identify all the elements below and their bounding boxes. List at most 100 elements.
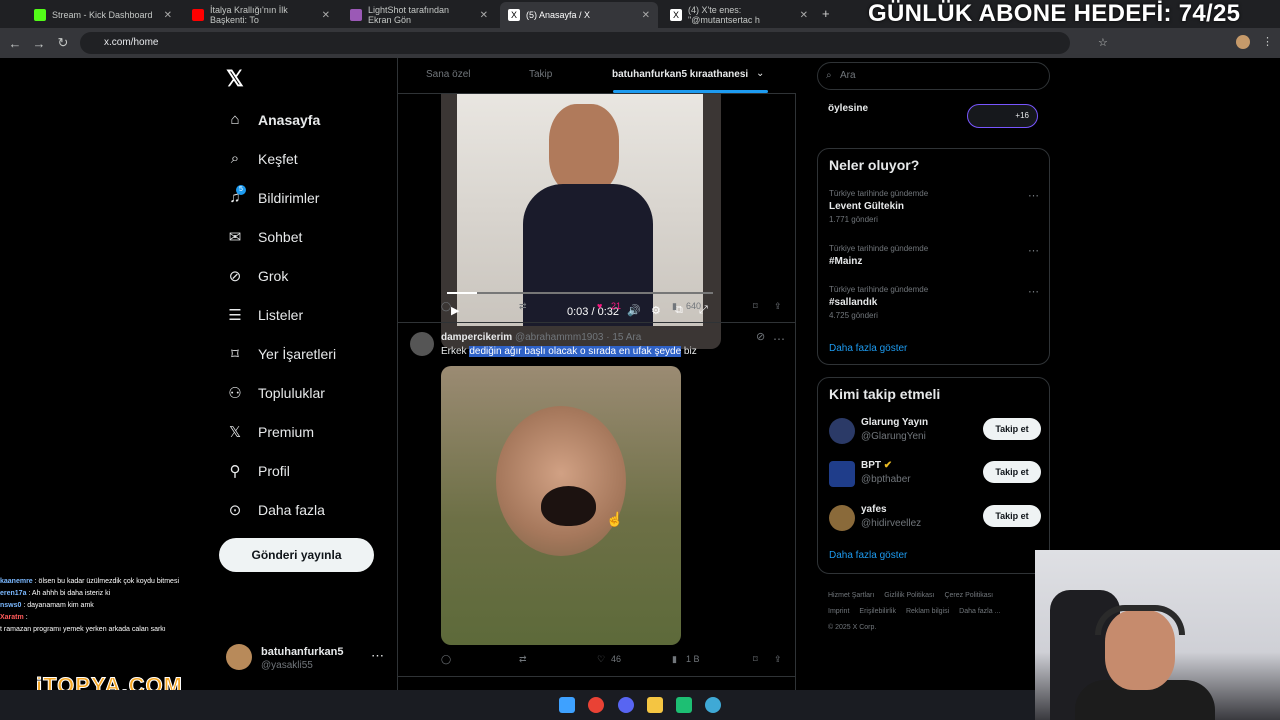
person-icon: ⚲	[229, 462, 241, 480]
post-image[interactable]	[441, 366, 681, 645]
sidebar-item-more[interactable]: ⊙ Daha fazla	[226, 490, 386, 529]
sidebar-item-explore[interactable]: ⌕ Keşfet	[226, 139, 386, 178]
share-icon[interactable]: ⇪	[774, 654, 782, 665]
profile-avatar[interactable]	[1236, 35, 1250, 49]
more-dots-icon[interactable]: ⋯	[1028, 285, 1039, 298]
close-icon[interactable]: ✕	[800, 10, 808, 21]
post-actions: ◯ ⇄ ♡ 46 ▮ 1 B ⌑ ⇪	[441, 654, 782, 670]
reply-icon[interactable]: ◯	[441, 654, 451, 665]
video-progress-fill	[447, 292, 477, 294]
community-name[interactable]: öylesine	[828, 103, 868, 114]
tab-for-you[interactable]: Sana özel	[426, 69, 470, 80]
bookmark-icon[interactable]: ⌑	[753, 654, 758, 665]
grok-icon: ⊘	[228, 267, 242, 285]
discord-icon[interactable]	[618, 697, 634, 713]
globe-icon[interactable]	[705, 697, 721, 713]
close-icon[interactable]: ✕	[322, 10, 330, 21]
repost-icon[interactable]: ⇄	[519, 301, 527, 312]
post-date: · 15 Ara	[606, 332, 642, 343]
view-count: 1 B	[686, 654, 700, 664]
browser-tab[interactable]: LightShot tarafından Ekran Gön ✕	[342, 2, 496, 28]
account-switcher[interactable]: batuhanfurkan5 @yasakli55 ⋯	[226, 644, 386, 674]
post-divider	[398, 322, 796, 323]
file-explorer-icon[interactable]	[647, 697, 663, 713]
video-progress[interactable]	[447, 292, 713, 294]
author-name[interactable]: dampercikerim	[441, 332, 512, 343]
like-icon[interactable]: ♡	[597, 654, 605, 665]
x-logo-icon[interactable]: 𝕏	[226, 66, 244, 92]
more-dots-icon[interactable]: ⋯	[1028, 244, 1039, 257]
sidebar-item-lists[interactable]: ☰ Listeler	[226, 295, 386, 334]
avatar	[410, 332, 434, 356]
webcam-overlay	[1035, 550, 1280, 720]
browser-tab-active[interactable]: X (5) Anasayfa / X ✕	[500, 2, 658, 28]
sidebar-item-premium[interactable]: 𝕏 Premium	[226, 412, 386, 451]
menu-icon[interactable]: ⋮	[1262, 35, 1273, 48]
trend-item[interactable]: Türkiye tarihinde gündemde Levent Gültek…	[829, 189, 1039, 224]
x-logo-icon: X	[670, 9, 682, 21]
back-icon[interactable]: ←	[3, 36, 27, 51]
list-icon: ☰	[228, 306, 242, 324]
sidebar-item-profile[interactable]: ⚲ Profil	[226, 451, 386, 490]
sidebar-item-chat[interactable]: ✉ Sohbet	[226, 217, 386, 256]
trend-item[interactable]: Türkiye tarihinde gündemde #sallandık 4.…	[829, 285, 1039, 320]
image-subject-mouth	[541, 486, 596, 526]
like-icon[interactable]: ♥	[597, 301, 602, 311]
repost-icon[interactable]: ⇄	[519, 654, 527, 665]
forward-icon[interactable]: →	[27, 36, 51, 51]
sidebar-item-bookmarks[interactable]: ⌑ Yer İşaretleri	[226, 334, 386, 373]
show-more-link[interactable]: Daha fazla göster	[829, 550, 907, 561]
follow-button[interactable]: Takip et	[983, 418, 1041, 440]
follow-button[interactable]: Takip et	[983, 461, 1041, 483]
reply-icon[interactable]: ◯	[441, 301, 451, 312]
tab-following[interactable]: Takip	[529, 69, 552, 80]
active-tab-indicator	[613, 90, 768, 93]
close-icon[interactable]: ✕	[164, 10, 172, 21]
follow-button[interactable]: Takip et	[983, 505, 1041, 527]
windows-taskbar	[0, 690, 1035, 720]
notification-badge: 5	[236, 184, 246, 195]
chat-message: Xaratm :	[0, 614, 28, 621]
headset-icon	[1095, 605, 1185, 635]
url-input[interactable]: x.com/home	[80, 32, 1070, 54]
browser-tab[interactable]: İtalya Krallığı'nın İlk Başkenti: To ✕	[184, 2, 338, 28]
chat-message: eren17a : Ah ahhh bi daha isteriz ki	[0, 590, 111, 597]
close-icon[interactable]: ✕	[480, 10, 488, 21]
sidebar-item-communities[interactable]: ⚇ Topluluklar	[226, 373, 386, 412]
tab-community[interactable]: batuhanfurkan5 kıraathanesi	[612, 69, 748, 80]
sidebar-item-grok[interactable]: ⊘ Grok	[226, 256, 386, 295]
image-subject-face	[496, 406, 626, 556]
browser-tab[interactable]: Stream - Kick Dashboard ✕	[26, 2, 180, 28]
more-dots-icon[interactable]: ⋯	[1028, 189, 1039, 202]
search-icon: ⌕	[826, 70, 832, 81]
new-tab-icon[interactable]: +	[822, 6, 830, 21]
bookmark-star-icon[interactable]: ☆	[1098, 36, 1108, 49]
more-dots-icon[interactable]: ⋯	[773, 332, 785, 346]
community-members[interactable]: +16	[967, 104, 1038, 128]
avatar	[829, 505, 855, 531]
sidebar-item-home[interactable]: ⌂ Anasayfa	[226, 100, 386, 139]
sidebar-item-notifications[interactable]: ♫ 5 Bildirimler	[226, 178, 386, 217]
reload-icon[interactable]: ↻	[51, 35, 75, 51]
post-button[interactable]: Gönderi yayınla	[219, 538, 374, 572]
view-count: 640	[686, 301, 702, 311]
search-input[interactable]: ⌕ Ara	[817, 62, 1050, 90]
chrome-icon[interactable]	[588, 697, 604, 713]
x-logo-icon: X	[508, 9, 520, 21]
bookmark-icon[interactable]: ⌑	[753, 301, 758, 312]
chevron-down-icon[interactable]: ⌄	[756, 68, 764, 79]
follow-suggestion[interactable]: Glarung Yayın @GlarungYeni Takip et	[829, 416, 1041, 450]
show-more-link[interactable]: Daha fazla göster	[829, 343, 907, 354]
browser-tab[interactable]: X (4) X'te enes: "@mutantsertac h ✕	[662, 2, 816, 28]
share-icon[interactable]: ⇪	[774, 301, 782, 312]
app-icon[interactable]	[676, 697, 692, 713]
follow-suggestion[interactable]: yafes @hidirveellez Takip et	[829, 503, 1041, 537]
post-text: Erkek dediğin ağır başlı olacak o sırada…	[441, 346, 697, 357]
windows-start-icon[interactable]	[559, 697, 575, 713]
scrollbar[interactable]	[1272, 58, 1280, 550]
close-icon[interactable]: ✕	[642, 10, 650, 21]
follow-suggestion[interactable]: BPT ✔ @bpthaber Takip et	[829, 459, 1041, 493]
trend-item[interactable]: Türkiye tarihinde gündemde #Mainz ⋯	[829, 244, 1039, 267]
views-icon: ▮	[672, 654, 677, 664]
grok-icon[interactable]: ⊘	[756, 330, 765, 343]
